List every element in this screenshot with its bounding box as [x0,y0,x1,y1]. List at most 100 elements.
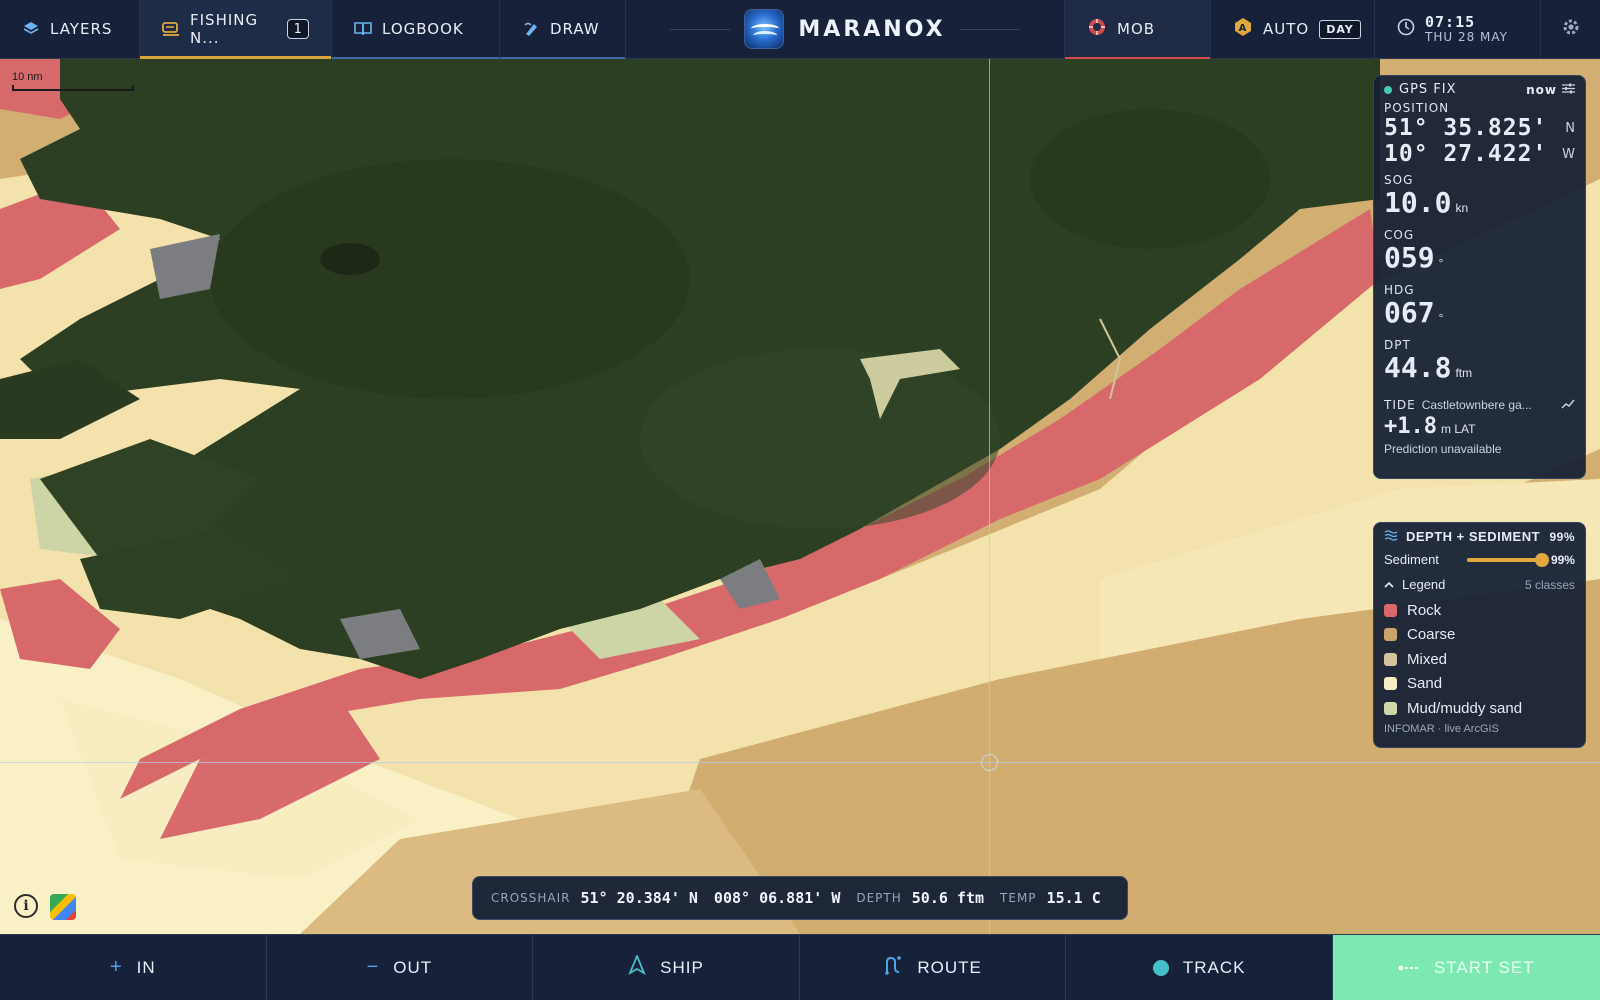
chart-map[interactable]: 10 nm i [0,59,1600,934]
button-label: OUT [393,957,433,977]
legend-header: DEPTH + SEDIMENT 99% [1384,529,1575,544]
auto-mode-icon: A [1233,17,1253,41]
button-label: ROUTE [917,957,982,977]
auto-label: AUTO [1263,20,1310,38]
slider-handle[interactable] [1535,552,1550,567]
legend-swatch [1384,603,1397,617]
track-icon [1152,959,1169,976]
slider-track[interactable] [1466,552,1550,567]
depth-value: 50.6 ftm [911,889,985,907]
route-icon [883,955,903,980]
tide-note: Prediction unavailable [1384,442,1502,456]
dpt-unit: ftm [1455,366,1473,380]
clock-date: THU 28 MAY [1425,29,1508,44]
button-label: SHIP [660,957,704,977]
hdg-readout: 067 ° [1384,297,1575,334]
brand: MARANOX [626,0,1064,58]
trend-icon [1561,395,1575,414]
start-set-icon [1398,958,1420,978]
longitude-hemisphere: W [1562,146,1575,162]
sog-label: SOG [1384,173,1414,187]
legend-item: Mixed [1384,647,1575,672]
temp-value: 15.1 C [1046,889,1101,907]
sog-value: 10.0 [1384,186,1452,219]
gps-settings-button[interactable]: now [1526,83,1575,97]
draw-icon [522,20,540,38]
zoom-out-button[interactable]: − OUT [267,935,534,1000]
tide-value: +1.8 [1384,414,1437,439]
slider-label: Sediment [1384,552,1439,567]
tab-label: LAYERS [50,20,113,38]
zoom-in-button[interactable]: + IN [0,935,267,1000]
latitude-value: 51° 35.825' [1384,115,1548,141]
mob-button[interactable]: MOB [1064,0,1210,59]
auto-day-mode-button[interactable]: A AUTO DAY [1210,0,1374,58]
legend-title-percent: 99% [1549,529,1575,544]
latitude-hemisphere: N [1565,120,1575,136]
slider-percent: 99% [1550,552,1575,567]
crosshair-vertical [989,59,990,934]
map-attribution: i [14,894,76,920]
start-set-button[interactable]: START SET [1332,935,1600,1000]
svg-text:A: A [1239,23,1248,34]
tab-layers[interactable]: LAYERS [0,0,140,58]
clock: 07:15 THU 28 MAY [1374,0,1540,58]
legend-item: Rock [1384,598,1575,623]
freshness: now [1526,82,1557,97]
chevron-up-icon [1384,577,1394,592]
cog-label: COG [1384,228,1415,242]
tab-draw[interactable]: DRAW [500,0,626,59]
settings-button[interactable] [1540,0,1600,58]
slider-fill [1466,557,1543,562]
tide-row[interactable]: TIDE Castletownbere ga... [1384,395,1575,414]
sediment-opacity-slider[interactable]: Sediment 99% [1384,552,1575,567]
temp-label: TEMP [1000,891,1037,905]
lifebuoy-icon [1087,17,1107,41]
minus-icon: − [366,956,380,978]
mob-label: MOB [1117,20,1156,38]
button-label: TRACK [1182,957,1246,977]
cog-readout: 059 ° [1384,242,1575,279]
clock-time: 07:15 [1425,12,1476,31]
satellite-sediment-layer [0,59,1600,934]
dpt-value: 44.8 [1384,351,1452,384]
tide-label: TIDE [1384,397,1416,412]
divider [959,28,1020,30]
tab-logbook[interactable]: LOGBOOK [332,0,500,59]
track-button[interactable]: TRACK [1066,935,1333,1000]
legend-swatch [1384,677,1397,691]
gps-header: GPS FIX now [1384,82,1575,97]
tab-label: FISHING N... [190,11,259,47]
crosshair-center [981,754,998,771]
tide-location: Castletownbere ga... [1421,397,1532,412]
count-badge: 1 [287,19,309,39]
button-label: START SET [1433,957,1535,977]
gps-fix-panel: GPS FIX now POSITION 51° 35.825' N 10° 2… [1373,75,1586,479]
crosshair-label: CROSSHAIR [491,891,571,905]
crosshair-readout: CROSSHAIR 51° 20.384' N 008° 06.881' W D… [472,876,1128,920]
cog-value: 059 [1384,241,1435,274]
legend-item-label: Mud/muddy sand [1407,699,1523,717]
tab-fishing-notes[interactable]: FISHING N... 1 [140,0,332,59]
hdg-unit: ° [1438,311,1444,325]
cog-unit: ° [1438,256,1444,270]
legend-item-label: Rock [1407,601,1442,619]
legend-toggle[interactable]: Legend 5 classes [1384,577,1575,592]
info-icon[interactable]: i [14,894,38,918]
plus-icon: + [109,956,123,978]
route-button[interactable]: ROUTE [800,935,1067,1000]
button-label: IN [136,957,156,977]
top-bar: LAYERS FISHING N... 1 LOGBOOK DRAW MARAN… [0,0,1600,59]
ship-button[interactable]: SHIP [533,935,800,1000]
legend-title: DEPTH + SEDIMENT [1406,529,1541,544]
ship-icon [628,953,646,980]
fishing-icon [162,20,180,38]
depth-sediment-legend: DEPTH + SEDIMENT 99% Sediment 99% Legend… [1373,522,1586,748]
tide-unit: m LAT [1440,422,1476,436]
map-provider-icon[interactable] [50,894,76,920]
legend-item-label: Mixed [1407,650,1448,668]
legend-toggle-label: Legend [1402,577,1446,592]
sliders-icon [1562,83,1575,97]
class-count: 5 classes [1524,577,1575,592]
legend-source: INFOMAR · live ArcGIS [1384,722,1499,735]
